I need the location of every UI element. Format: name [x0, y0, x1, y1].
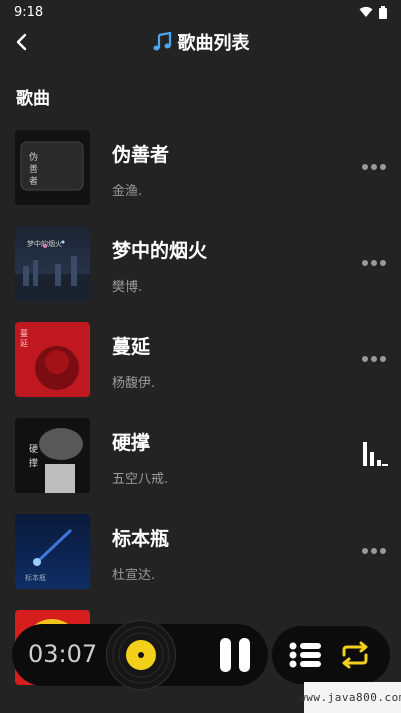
playback-time: 03:07 — [28, 640, 98, 668]
dot-icon — [371, 548, 377, 554]
dot-icon — [380, 356, 386, 362]
dot-icon — [380, 164, 386, 170]
dot-icon — [362, 260, 368, 266]
app-bar: 歌曲列表 — [0, 24, 401, 60]
song-artist: 杨馥伊. — [112, 376, 156, 391]
page-title: 歌曲列表 — [152, 29, 250, 55]
svg-text:善: 善 — [29, 163, 38, 175]
song-artist: 杜宣达. — [112, 568, 156, 583]
svg-text:蔓: 蔓 — [20, 328, 28, 338]
repeat-icon — [342, 641, 368, 669]
mini-player: 03:07 — [12, 620, 268, 690]
dot-icon — [362, 164, 368, 170]
svg-text:标本瓶: 标本瓶 — [25, 573, 46, 582]
player-controls — [272, 626, 390, 684]
dot-icon — [362, 356, 368, 362]
status-bar: 9:18 — [0, 0, 401, 24]
song-title: 蔓延 — [112, 336, 151, 358]
song-artist: 樊博. — [112, 280, 143, 295]
watermark: www.java800.com — [299, 682, 401, 713]
svg-text:梦中的烟火: 梦中的烟火 — [27, 239, 62, 248]
wifi-icon — [359, 6, 373, 17]
album-cover: 伪善者 — [15, 130, 90, 205]
song-title: 标本瓶 — [112, 528, 170, 550]
song-list: 伪善者 伪善者 金渔. 梦中的烟火 梦中的烟火 樊博. 蔓延 蔓延 杨馥伊. 硬… — [0, 126, 401, 702]
vinyl-disc-icon[interactable] — [106, 620, 176, 690]
more-options-button[interactable] — [362, 354, 388, 364]
pause-button[interactable] — [220, 638, 252, 672]
svg-text:撑: 撑 — [29, 457, 38, 469]
now-playing-icon — [363, 442, 388, 466]
status-icons — [359, 5, 387, 19]
dot-icon — [371, 260, 377, 266]
svg-text:硬: 硬 — [29, 444, 38, 455]
dot-icon — [371, 164, 377, 170]
pause-bar-icon — [239, 638, 250, 672]
song-artist: 金渔. — [112, 184, 143, 199]
repeat-button[interactable] — [338, 640, 372, 670]
dot-icon — [380, 260, 386, 266]
chevron-left-icon — [16, 33, 27, 51]
more-options-button[interactable] — [362, 162, 388, 172]
svg-text:伪: 伪 — [29, 151, 38, 163]
page-title-text: 歌曲列表 — [177, 33, 250, 54]
more-options-button[interactable] — [362, 258, 388, 268]
song-artist: 五空八戒. — [112, 472, 169, 487]
playlist-icon — [289, 642, 321, 668]
album-cover: 蔓延 — [15, 322, 90, 397]
more-options-button[interactable] — [362, 546, 388, 556]
album-cover: 标本瓶 — [15, 514, 90, 589]
section-title: 歌曲 — [16, 89, 50, 109]
status-time: 9:18 — [14, 4, 44, 20]
dot-icon — [380, 548, 386, 554]
song-title: 硬撑 — [112, 432, 151, 454]
song-row[interactable]: 伪善者 伪善者 金渔. — [0, 126, 401, 222]
album-cover: 硬撑 — [15, 418, 90, 493]
pause-bar-icon — [220, 638, 231, 672]
song-row-playing[interactable]: 硬撑 硬撑 五空八戒. — [0, 414, 401, 510]
song-title: 梦中的烟火 — [112, 240, 208, 262]
dot-icon — [362, 548, 368, 554]
album-cover: 梦中的烟火 — [15, 226, 90, 301]
song-row[interactable]: 梦中的烟火 梦中的烟火 樊博. — [0, 222, 401, 318]
battery-icon — [379, 5, 387, 19]
song-title: 伪善者 — [112, 144, 170, 166]
playlist-button[interactable] — [288, 640, 322, 670]
song-row[interactable]: 标本瓶 标本瓶 杜宣达. — [0, 510, 401, 606]
back-button[interactable] — [8, 26, 36, 58]
svg-text:者: 者 — [29, 176, 38, 187]
dot-icon — [371, 356, 377, 362]
svg-text:延: 延 — [20, 338, 28, 348]
music-note-icon — [153, 32, 171, 51]
song-row[interactable]: 蔓延 蔓延 杨馥伊. — [0, 318, 401, 414]
